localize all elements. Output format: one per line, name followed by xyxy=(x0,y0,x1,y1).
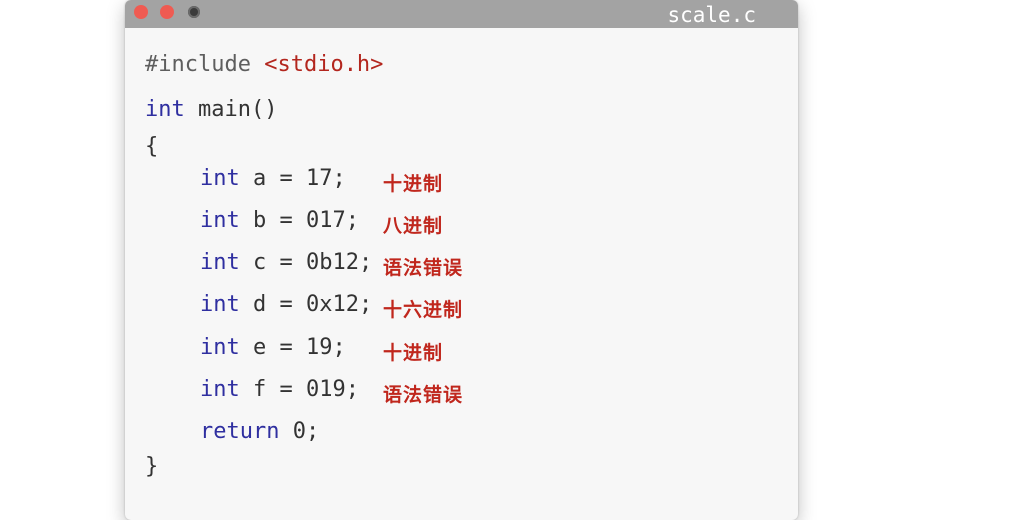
keyword-return: return xyxy=(200,419,280,444)
include-header: <stdio.h> xyxy=(264,52,384,77)
code-line-f: int f = 019; xyxy=(200,375,359,405)
keyword-int: int xyxy=(200,335,240,360)
keyword-int: int xyxy=(200,250,240,275)
code-line-a: int a = 17; xyxy=(200,164,346,194)
keyword-int: int xyxy=(145,97,185,122)
statement: f = 019; xyxy=(239,377,359,402)
annotation-e: 十进制 xyxy=(383,342,444,364)
main-signature: main() xyxy=(184,97,278,122)
keyword-int: int xyxy=(200,377,240,402)
statement: b = 017; xyxy=(239,208,359,233)
include-directive: #include xyxy=(145,52,251,77)
minimize-button[interactable] xyxy=(160,5,174,19)
annotation-b: 八进制 xyxy=(383,215,444,237)
editor-window: scale.c #include <stdio.h> int main() { … xyxy=(125,0,798,520)
annotation-d: 十六进制 xyxy=(383,299,464,321)
close-brace: } xyxy=(145,454,159,479)
keyword-int: int xyxy=(200,208,240,233)
title-bar[interactable]: scale.c xyxy=(125,0,798,28)
close-button[interactable] xyxy=(134,5,148,19)
annotation-a: 十进制 xyxy=(383,173,444,195)
window-title: scale.c xyxy=(667,3,756,27)
code-line-open-brace: { xyxy=(145,132,158,162)
statement: e = 19; xyxy=(239,335,346,360)
open-brace: { xyxy=(145,134,159,159)
code-line-c: int c = 0b12; xyxy=(200,248,372,278)
return-value: 0; xyxy=(279,419,320,444)
keyword-int: int xyxy=(200,166,240,191)
code-line-close-brace: } xyxy=(145,452,158,482)
annotation-c: 语法错误 xyxy=(383,257,464,279)
code-line-d: int d = 0x12; xyxy=(200,290,372,320)
code-line-include: #include <stdio.h> xyxy=(145,50,383,80)
code-line-return: return 0; xyxy=(200,417,319,447)
code-line-e: int e = 19; xyxy=(200,333,346,363)
statement: d = 0x12; xyxy=(239,292,373,317)
maximize-button[interactable] xyxy=(188,6,200,18)
statement: c = 0b12; xyxy=(239,250,373,275)
keyword-int: int xyxy=(200,292,240,317)
annotation-f: 语法错误 xyxy=(383,384,464,406)
statement: a = 17; xyxy=(239,166,346,191)
code-line-main: int main() xyxy=(145,95,277,125)
code-line-b: int b = 017; xyxy=(200,206,359,236)
